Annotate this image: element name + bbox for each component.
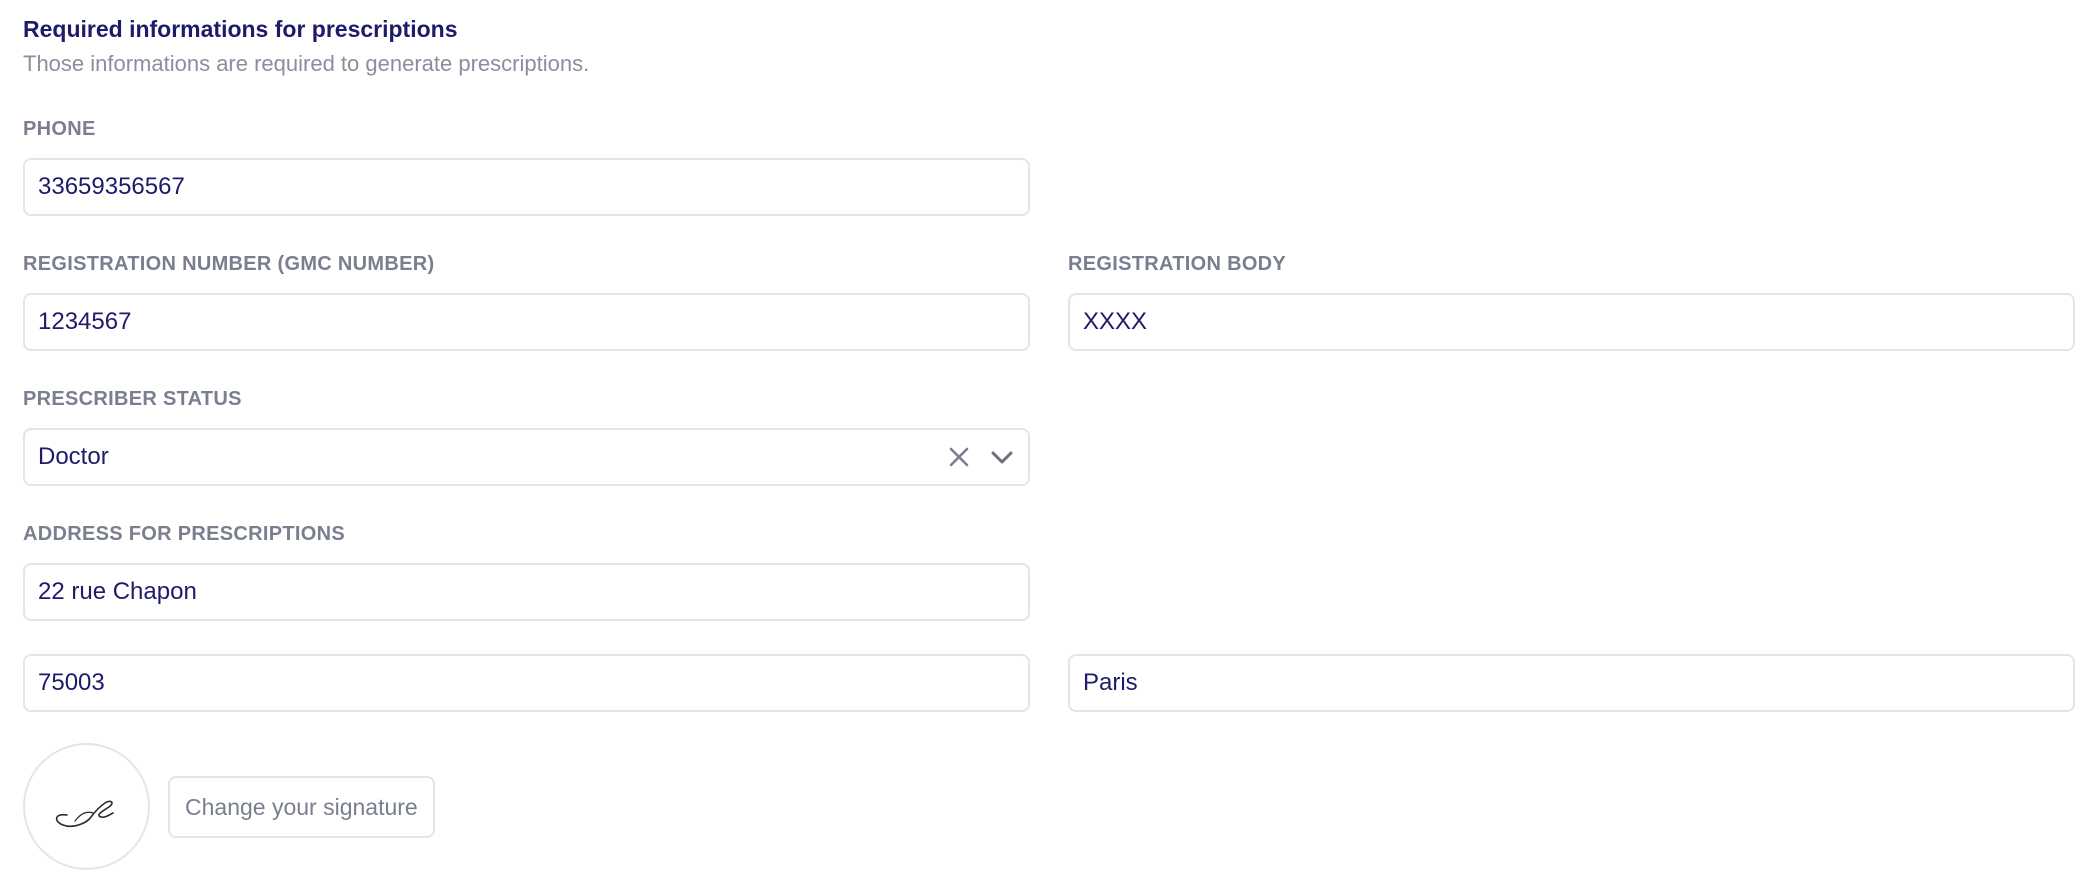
address-street-input[interactable]: 22 rue Chapon: [23, 563, 1030, 621]
registration-body-label: REGISTRATION BODY: [1068, 253, 1287, 275]
registration-number-value: 1234567: [38, 308, 132, 335]
address-postal-code-input[interactable]: 75003: [23, 654, 1030, 712]
prescriber-status-label: PRESCRIBER STATUS: [23, 388, 242, 410]
prescriber-status-select[interactable]: Doctor: [23, 428, 1030, 486]
registration-body-value: XXXX: [1083, 308, 1148, 335]
section-description: Those informations are required to gener…: [23, 51, 590, 76]
phone-value: 33659356567: [38, 173, 185, 200]
close-icon[interactable]: [948, 446, 970, 468]
prescriber-status-value: Doctor: [38, 443, 109, 470]
signature-image: [55, 800, 114, 827]
address-street-value: 22 rue Chapon: [38, 578, 197, 605]
phone-label: PHONE: [23, 118, 96, 140]
phone-input[interactable]: 33659356567: [23, 158, 1030, 216]
address-postal-code-value: 75003: [38, 669, 105, 696]
section-title: Required informations for prescriptions: [23, 16, 458, 42]
registration-number-label: REGISTRATION NUMBER (GMC NUMBER): [23, 253, 435, 275]
signature-preview: [23, 743, 150, 870]
address-label: ADDRESS FOR PRESCRIPTIONS: [23, 523, 345, 545]
address-city-input[interactable]: Paris: [1068, 654, 2075, 712]
registration-body-input[interactable]: XXXX: [1068, 293, 2075, 351]
change-signature-button[interactable]: Change your signature: [168, 776, 435, 838]
chevron-down-icon[interactable]: [990, 449, 1014, 465]
address-city-value: Paris: [1083, 669, 1138, 696]
registration-number-input[interactable]: 1234567: [23, 293, 1030, 351]
